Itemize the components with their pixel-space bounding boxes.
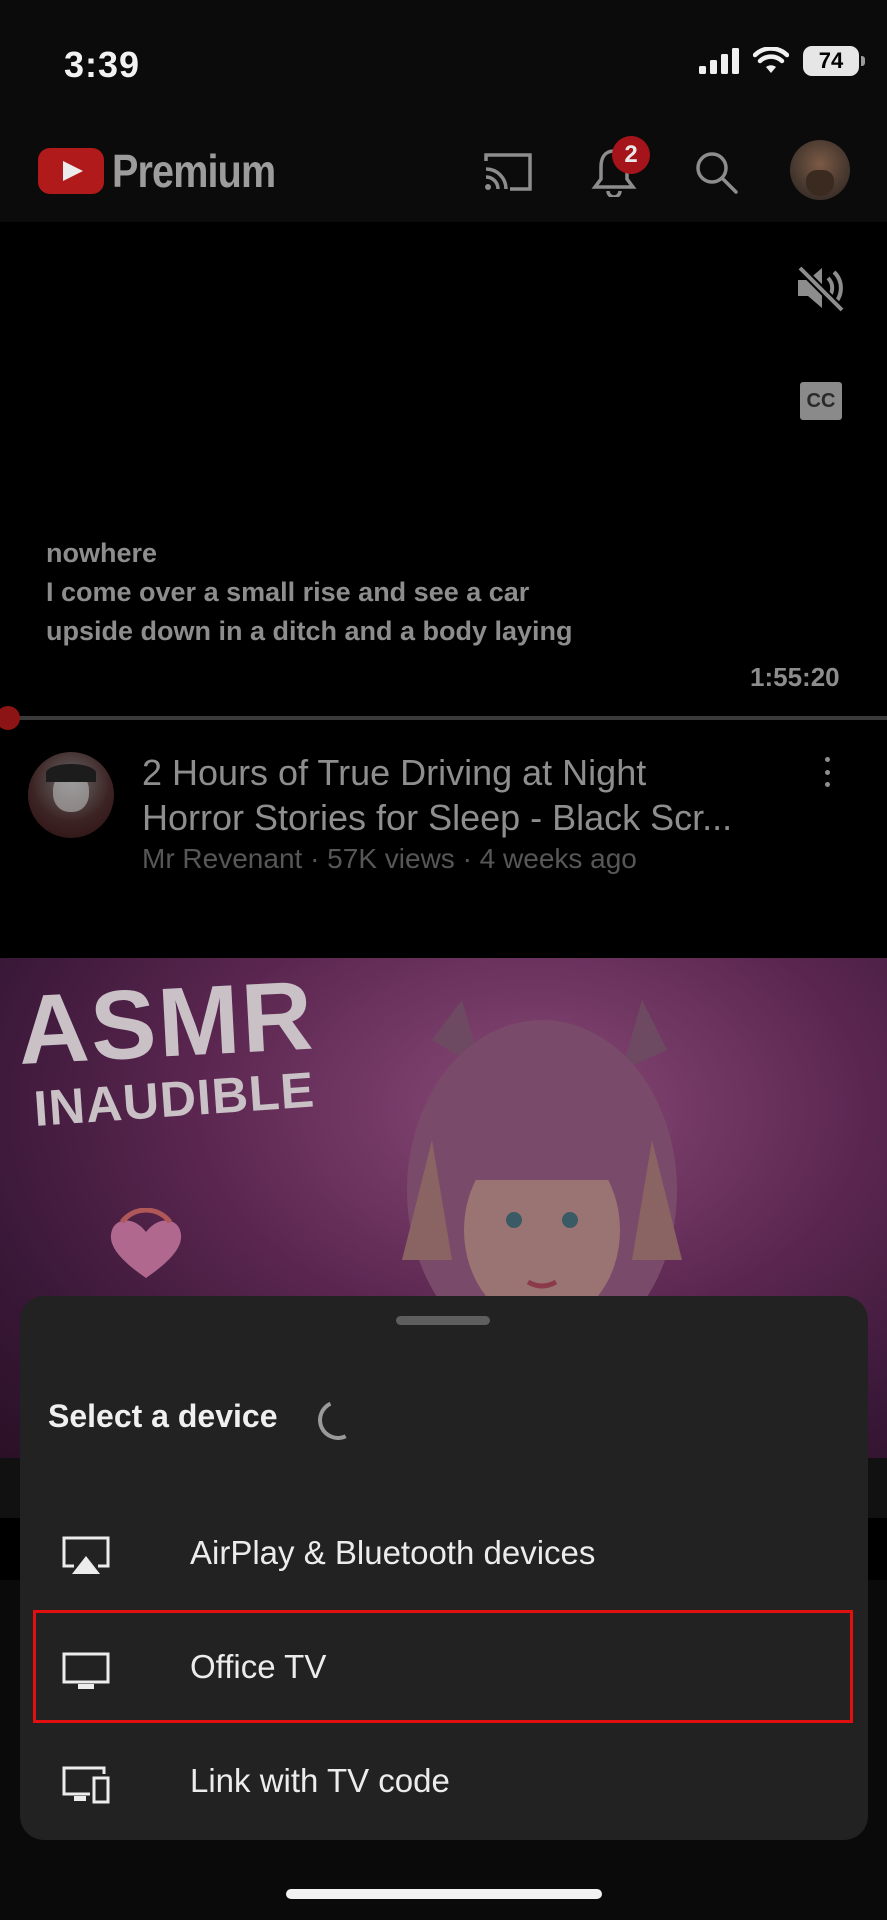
caption-line: I come over a small rise and see a car	[46, 577, 530, 607]
youtube-play-icon	[38, 148, 104, 194]
link-tv-icon	[62, 1766, 110, 1804]
video-duration: 1:55:20	[750, 662, 840, 692]
progress-bar[interactable]	[0, 716, 887, 720]
device-item-link-tv-code[interactable]: Link with TV code	[20, 1726, 868, 1838]
search-icon	[696, 152, 738, 194]
youtube-premium-logo[interactable]: Premium	[38, 144, 302, 198]
home-indicator[interactable]	[286, 1889, 602, 1899]
battery-icon: 74	[803, 46, 865, 76]
captions-button[interactable]: CC	[800, 382, 842, 420]
status-bar: 3:39 74	[0, 0, 887, 120]
sheet-drag-handle[interactable]	[396, 1316, 490, 1325]
caption-line: upside down in a ditch and a body laying	[46, 616, 573, 646]
search-button[interactable]	[686, 142, 746, 202]
status-icons: 74	[699, 46, 865, 76]
signal-icon	[699, 48, 739, 74]
device-item-airplay[interactable]: AirPlay & Bluetooth devices	[20, 1498, 868, 1610]
cast-button[interactable]	[478, 142, 538, 202]
video-meta: Mr Revenant · 57K views · 4 weeks ago	[142, 843, 637, 874]
video-title-line: 2 Hours of True Driving at Night	[142, 752, 647, 793]
wifi-icon	[753, 47, 789, 73]
notification-badge: 2	[612, 136, 650, 174]
airplay-icon	[62, 1536, 110, 1574]
video-title-line: Horror Stories for Sleep - Black Scr...	[142, 797, 733, 838]
account-avatar[interactable]	[790, 140, 850, 200]
heart-icon	[110, 1208, 182, 1278]
video-title[interactable]: 2 Hours of True Driving at Night Horror …	[142, 750, 792, 840]
app-header: Premium	[0, 120, 887, 222]
sheet-title: Select a device	[48, 1398, 278, 1434]
captions: nowhere I come over a small rise and see…	[46, 534, 573, 651]
device-label: Link with TV code	[190, 1762, 450, 1799]
caption-line: nowhere	[46, 538, 158, 568]
status-time: 3:39	[64, 44, 141, 85]
brand-label: Premium	[112, 145, 276, 197]
more-options-icon[interactable]	[812, 754, 842, 790]
muted-icon[interactable]	[794, 264, 846, 312]
selection-highlight	[33, 1610, 853, 1723]
device-label: AirPlay & Bluetooth devices	[190, 1534, 596, 1571]
channel-avatar[interactable]	[28, 752, 114, 838]
cast-icon	[484, 153, 532, 191]
progress-scrubber[interactable]	[0, 706, 20, 730]
